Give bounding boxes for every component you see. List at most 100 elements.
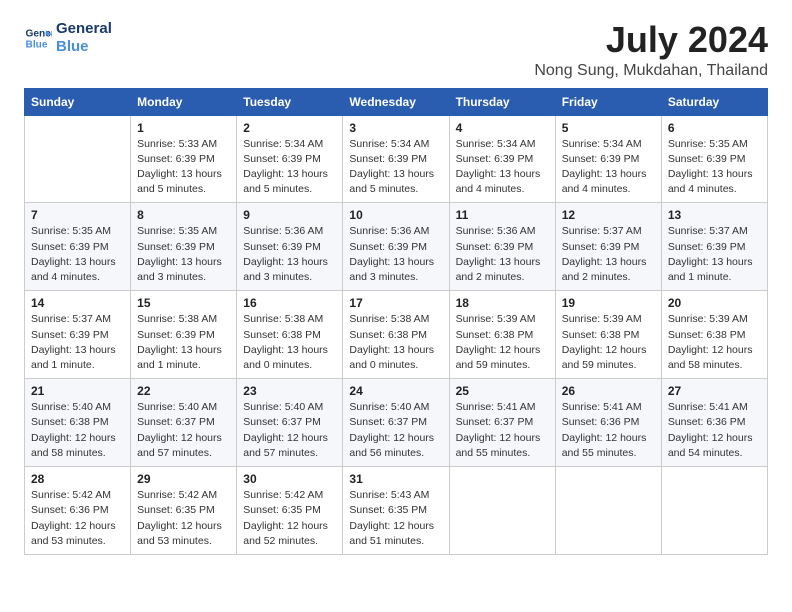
day-number: 22 [137,384,230,398]
calendar-cell: 10 Sunrise: 5:36 AM Sunset: 6:39 PM Dayli… [343,203,449,291]
calendar-cell: 9 Sunrise: 5:36 AM Sunset: 6:39 PM Daylig… [237,203,343,291]
day-info: Sunrise: 5:42 AM Sunset: 6:36 PM Dayligh… [31,488,124,549]
day-info: Sunrise: 5:37 AM Sunset: 6:39 PM Dayligh… [668,224,761,285]
page-header: General Blue General Blue July 2024 Nong… [24,20,768,80]
day-info: Sunrise: 5:43 AM Sunset: 6:35 PM Dayligh… [349,488,442,549]
day-number: 30 [243,472,336,486]
header-wednesday: Wednesday [343,88,449,115]
header-monday: Monday [131,88,237,115]
calendar-cell: 27Sunrise: 5:41 AM Sunset: 6:36 PM Dayli… [661,379,767,467]
day-number: 11 [456,208,549,222]
calendar-cell [555,467,661,555]
calendar-cell: 26 Sunrise: 5:41 AM Sunset: 6:36 PM Dayli… [555,379,661,467]
day-info: Sunrise: 5:38 AM Sunset: 6:38 PM Dayligh… [243,312,336,373]
day-number: 18 [456,296,549,310]
day-info: Sunrise: 5:39 AM Sunset: 6:38 PM Dayligh… [456,312,549,373]
day-number: 20 [668,296,761,310]
calendar-cell: 4Sunrise: 5:34 AM Sunset: 6:39 PM Daylig… [449,115,555,203]
location-title: Nong Sung, Mukdahan, Thailand [534,62,768,80]
day-info: Sunrise: 5:34 AM Sunset: 6:39 PM Dayligh… [243,137,336,198]
day-number: 28 [31,472,124,486]
calendar-cell: 3 Sunrise: 5:34 AM Sunset: 6:39 PM Daylig… [343,115,449,203]
day-number: 7 [31,208,124,222]
calendar-cell: 28 Sunrise: 5:42 AM Sunset: 6:36 PM Dayli… [25,467,131,555]
calendar-cell: 19 Sunrise: 5:39 AM Sunset: 6:38 PM Dayli… [555,291,661,379]
header-friday: Friday [555,88,661,115]
calendar-table: SundayMondayTuesdayWednesdayThursdayFrid… [24,88,768,555]
day-number: 15 [137,296,230,310]
calendar-week-3: 14 Sunrise: 5:37 AM Sunset: 6:39 PM Dayli… [25,291,768,379]
calendar-week-1: 1 Sunrise: 5:33 AM Sunset: 6:39 PM Daylig… [25,115,768,203]
calendar-cell: 14 Sunrise: 5:37 AM Sunset: 6:39 PM Dayli… [25,291,131,379]
calendar-cell: 11 Sunrise: 5:36 AM Sunset: 6:39 PM Dayli… [449,203,555,291]
day-number: 3 [349,121,442,135]
day-number: 6 [668,121,761,135]
calendar-header-row: SundayMondayTuesdayWednesdayThursdayFrid… [25,88,768,115]
calendar-cell: 17 Sunrise: 5:38 AM Sunset: 6:38 PM Dayli… [343,291,449,379]
month-title: July 2024 [534,20,768,60]
calendar-cell: 25Sunrise: 5:41 AM Sunset: 6:37 PM Dayli… [449,379,555,467]
logo-icon: General Blue [24,24,52,52]
day-number: 19 [562,296,655,310]
day-number: 31 [349,472,442,486]
calendar-cell: 7 Sunrise: 5:35 AM Sunset: 6:39 PM Daylig… [25,203,131,291]
day-info: Sunrise: 5:41 AM Sunset: 6:36 PM Dayligh… [562,400,655,461]
day-number: 1 [137,121,230,135]
day-info: Sunrise: 5:40 AM Sunset: 6:37 PM Dayligh… [137,400,230,461]
header-saturday: Saturday [661,88,767,115]
calendar-cell: 8 Sunrise: 5:35 AM Sunset: 6:39 PM Daylig… [131,203,237,291]
day-info: Sunrise: 5:36 AM Sunset: 6:39 PM Dayligh… [243,224,336,285]
header-sunday: Sunday [25,88,131,115]
calendar-cell [25,115,131,203]
day-number: 8 [137,208,230,222]
calendar-cell: 2Sunrise: 5:34 AM Sunset: 6:39 PM Daylig… [237,115,343,203]
day-number: 9 [243,208,336,222]
day-number: 23 [243,384,336,398]
day-info: Sunrise: 5:34 AM Sunset: 6:39 PM Dayligh… [456,137,549,198]
logo-text-line1: General [56,20,112,38]
day-number: 13 [668,208,761,222]
logo: General Blue General Blue [24,20,112,56]
day-info: Sunrise: 5:37 AM Sunset: 6:39 PM Dayligh… [31,312,124,373]
day-info: Sunrise: 5:34 AM Sunset: 6:39 PM Dayligh… [562,137,655,198]
day-number: 14 [31,296,124,310]
day-number: 17 [349,296,442,310]
calendar-cell: 6 Sunrise: 5:35 AM Sunset: 6:39 PM Daylig… [661,115,767,203]
calendar-cell: 20Sunrise: 5:39 AM Sunset: 6:38 PM Dayli… [661,291,767,379]
day-info: Sunrise: 5:39 AM Sunset: 6:38 PM Dayligh… [562,312,655,373]
day-info: Sunrise: 5:38 AM Sunset: 6:38 PM Dayligh… [349,312,442,373]
day-info: Sunrise: 5:35 AM Sunset: 6:39 PM Dayligh… [137,224,230,285]
calendar-week-2: 7 Sunrise: 5:35 AM Sunset: 6:39 PM Daylig… [25,203,768,291]
calendar-cell: 18 Sunrise: 5:39 AM Sunset: 6:38 PM Dayli… [449,291,555,379]
calendar-cell: 29 Sunrise: 5:42 AM Sunset: 6:35 PM Dayli… [131,467,237,555]
day-info: Sunrise: 5:35 AM Sunset: 6:39 PM Dayligh… [31,224,124,285]
calendar-body: 1 Sunrise: 5:33 AM Sunset: 6:39 PM Daylig… [25,115,768,554]
calendar-cell: 22 Sunrise: 5:40 AM Sunset: 6:37 PM Dayli… [131,379,237,467]
day-number: 5 [562,121,655,135]
day-info: Sunrise: 5:36 AM Sunset: 6:39 PM Dayligh… [349,224,442,285]
day-number: 29 [137,472,230,486]
day-info: Sunrise: 5:38 AM Sunset: 6:39 PM Dayligh… [137,312,230,373]
calendar-cell: 16 Sunrise: 5:38 AM Sunset: 6:38 PM Dayli… [237,291,343,379]
day-info: Sunrise: 5:34 AM Sunset: 6:39 PM Dayligh… [349,137,442,198]
title-block: July 2024 Nong Sung, Mukdahan, Thailand [534,20,768,80]
day-info: Sunrise: 5:40 AM Sunset: 6:37 PM Dayligh… [243,400,336,461]
day-info: Sunrise: 5:40 AM Sunset: 6:38 PM Dayligh… [31,400,124,461]
day-info: Sunrise: 5:37 AM Sunset: 6:39 PM Dayligh… [562,224,655,285]
calendar-cell: 30Sunrise: 5:42 AM Sunset: 6:35 PM Dayli… [237,467,343,555]
calendar-week-4: 21Sunrise: 5:40 AM Sunset: 6:38 PM Dayli… [25,379,768,467]
day-info: Sunrise: 5:33 AM Sunset: 6:39 PM Dayligh… [137,137,230,198]
day-info: Sunrise: 5:42 AM Sunset: 6:35 PM Dayligh… [137,488,230,549]
day-number: 16 [243,296,336,310]
day-info: Sunrise: 5:36 AM Sunset: 6:39 PM Dayligh… [456,224,549,285]
calendar-cell: 12Sunrise: 5:37 AM Sunset: 6:39 PM Dayli… [555,203,661,291]
day-number: 26 [562,384,655,398]
calendar-cell: 21Sunrise: 5:40 AM Sunset: 6:38 PM Dayli… [25,379,131,467]
day-number: 10 [349,208,442,222]
header-tuesday: Tuesday [237,88,343,115]
day-info: Sunrise: 5:35 AM Sunset: 6:39 PM Dayligh… [668,137,761,198]
calendar-cell: 1 Sunrise: 5:33 AM Sunset: 6:39 PM Daylig… [131,115,237,203]
logo-text-line2: Blue [56,38,112,56]
calendar-cell [661,467,767,555]
day-number: 24 [349,384,442,398]
